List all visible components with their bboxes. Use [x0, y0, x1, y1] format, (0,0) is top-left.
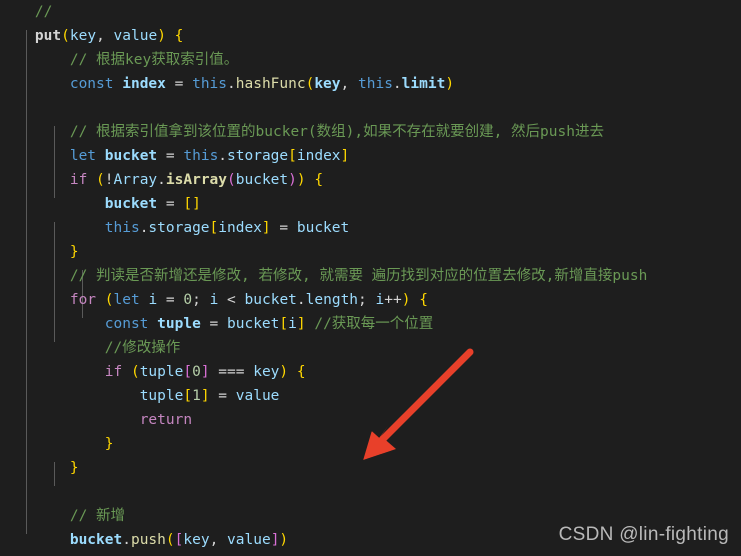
- csdn-watermark: CSDN @lin-fighting: [558, 524, 729, 545]
- code-line[interactable]: for (let i = 0; i < bucket.length; i++) …: [0, 288, 428, 312]
- code-line[interactable]: }: [0, 456, 79, 480]
- code-line[interactable]: }: [0, 432, 114, 456]
- function-name-token: put: [34, 28, 62, 44]
- code-line[interactable]: if (!Array.isArray(bucket)) {: [0, 168, 323, 192]
- code-line[interactable]: }: [0, 240, 79, 264]
- code-lines-container[interactable]: // put(key, value) { // 根据key获取索引值。 cons…: [0, 0, 741, 556]
- code-line[interactable]: //: [0, 0, 52, 24]
- code-line[interactable]: if (tuple[0] === key) {: [0, 360, 306, 384]
- code-line[interactable]: // 根据索引值拿到该位置的bucker(数组),如果不存在就要创建, 然后pu…: [0, 120, 604, 144]
- comment-token: //修改操作: [104, 340, 181, 356]
- code-line[interactable]: //修改操作: [0, 336, 180, 360]
- code-line[interactable]: bucket = []: [0, 192, 201, 216]
- code-line[interactable]: // 新增: [0, 504, 125, 528]
- code-line[interactable]: this.count += 1: [0, 552, 52, 556]
- comment-token: // 根据key获取索引值。: [69, 52, 239, 68]
- code-line[interactable]: const index = this.hashFunc(key, this.li…: [0, 72, 454, 96]
- code-line[interactable]: bucket.push([key, value]): [0, 528, 288, 552]
- code-line[interactable]: put(key, value) {: [0, 24, 183, 48]
- code-line[interactable]: this.storage[index] = bucket: [0, 216, 349, 240]
- comment-token: // 判读是否新增还是修改, 若修改, 就需要 遍历找到对应的位置去修改,新增直…: [69, 268, 648, 284]
- comment-token: // 根据索引值拿到该位置的bucker(数组),如果不存在就要创建, 然后pu…: [69, 124, 604, 140]
- code-line[interactable]: const tuple = bucket[i] //获取每一个位置: [0, 312, 434, 336]
- code-editor-window: // put(key, value) { // 根据key获取索引值。 cons…: [0, 0, 741, 556]
- comment-token: // 新增: [69, 508, 126, 524]
- code-line[interactable]: // 根据key获取索引值。: [0, 48, 238, 72]
- code-line[interactable]: tuple[1] = value: [0, 384, 280, 408]
- code-line[interactable]: let bucket = this.storage[index]: [0, 144, 349, 168]
- comment-token: //: [34, 4, 53, 20]
- code-line[interactable]: return: [0, 408, 192, 432]
- code-line[interactable]: // 判读是否新增还是修改, 若修改, 就需要 遍历找到对应的位置去修改,新增直…: [0, 264, 647, 288]
